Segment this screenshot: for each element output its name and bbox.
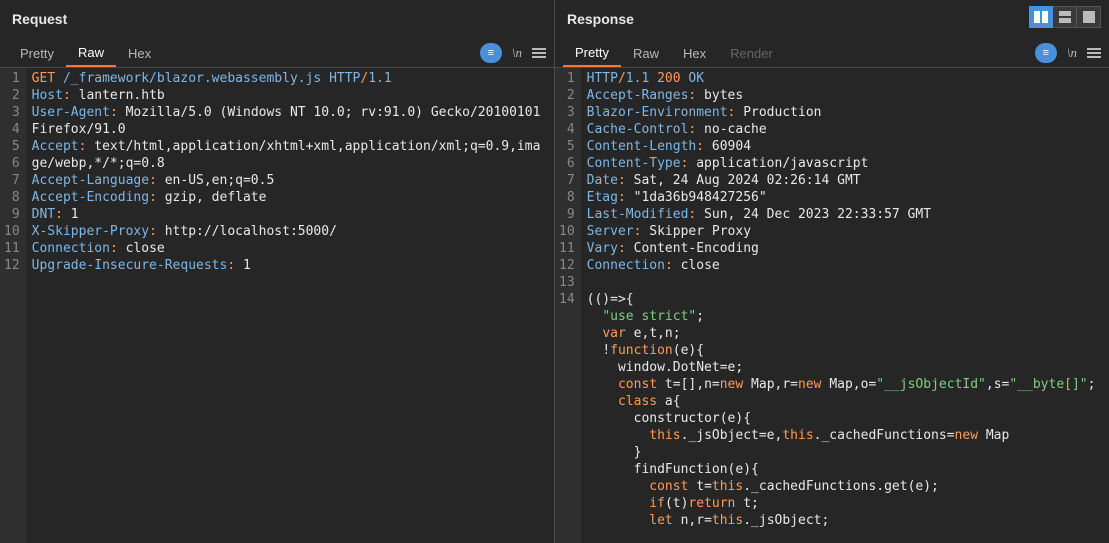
- request-code[interactable]: GET /_framework/blazor.webassembly.js HT…: [26, 68, 554, 543]
- actions-chip-icon[interactable]: ≡: [480, 43, 502, 63]
- response-tabs: Pretty Raw Hex Render ≡ \n: [555, 38, 1109, 68]
- response-editor[interactable]: 1234567891011121314 HTTP/1.1 200 OKAccep…: [555, 68, 1109, 543]
- newline-icon[interactable]: \n: [1067, 45, 1077, 61]
- view-mode-buttons: [1029, 6, 1101, 28]
- response-header: Response: [555, 0, 1109, 38]
- menu-icon[interactable]: [1087, 48, 1101, 58]
- view-split-icon[interactable]: [1029, 6, 1053, 28]
- tab-pretty[interactable]: Pretty: [8, 40, 66, 66]
- response-pane: Response Pretty Raw Hex Render ≡ \n 1234…: [555, 0, 1109, 543]
- tab-render[interactable]: Render: [718, 40, 785, 66]
- tab-raw[interactable]: Raw: [66, 39, 116, 67]
- request-title: Request: [12, 11, 67, 27]
- request-gutter: 123456789101112: [0, 68, 26, 543]
- response-gutter: 1234567891011121314: [555, 68, 581, 543]
- actions-chip-icon[interactable]: ≡: [1035, 43, 1057, 63]
- request-tabs: Pretty Raw Hex ≡ \n: [0, 38, 554, 68]
- tab-hex[interactable]: Hex: [671, 40, 718, 66]
- response-title: Response: [567, 11, 634, 27]
- view-stack-icon[interactable]: [1053, 6, 1077, 28]
- menu-icon[interactable]: [532, 48, 546, 58]
- request-header: Request: [0, 0, 554, 38]
- response-code[interactable]: HTTP/1.1 200 OKAccept-Ranges: bytesBlazo…: [581, 68, 1109, 543]
- request-pane: Request Pretty Raw Hex ≡ \n 123456789101…: [0, 0, 555, 543]
- tab-hex[interactable]: Hex: [116, 40, 163, 66]
- view-single-icon[interactable]: [1077, 6, 1101, 28]
- newline-icon[interactable]: \n: [512, 45, 522, 61]
- tab-pretty[interactable]: Pretty: [563, 39, 621, 67]
- tab-raw[interactable]: Raw: [621, 40, 671, 66]
- request-editor[interactable]: 123456789101112 GET /_framework/blazor.w…: [0, 68, 554, 543]
